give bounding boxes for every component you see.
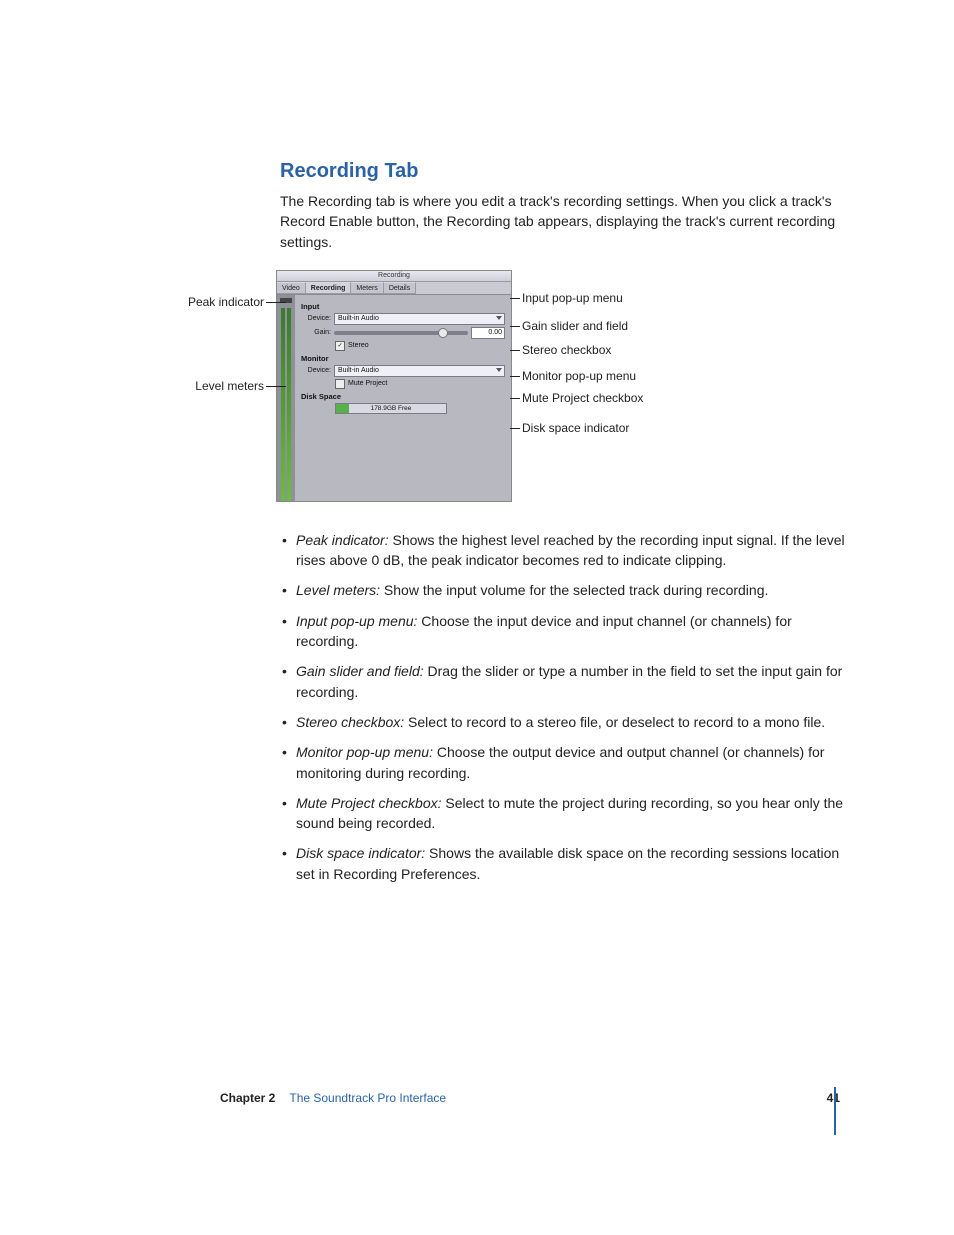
def-input-menu: Input pop-up menu: Choose the input devi…: [280, 611, 850, 652]
window-title: Recording: [277, 271, 511, 282]
gain-label: Gain:: [301, 329, 331, 336]
recording-panel: Recording Video Recording Meters Details: [276, 270, 512, 502]
intro-paragraph: The Recording tab is where you edit a tr…: [280, 191, 850, 252]
level-meter-r: [287, 308, 291, 501]
tab-meters[interactable]: Meters: [351, 282, 383, 294]
callout-level-meters: Level meters: [172, 380, 264, 392]
disk-space-indicator: 178.9GB Free: [335, 403, 447, 414]
gain-slider-thumb[interactable]: [438, 328, 448, 338]
level-meters-column: [277, 295, 295, 501]
def-disk-space: Disk space indicator: Shows the availabl…: [280, 843, 850, 884]
callout-stereo: Stereo checkbox: [522, 344, 611, 356]
level-meter-l: [281, 308, 285, 501]
monitor-device-label: Device:: [301, 367, 331, 374]
tab-strip: Video Recording Meters Details: [277, 282, 511, 295]
def-stereo: Stereo checkbox: Select to record to a s…: [280, 712, 850, 732]
callout-monitor-menu: Monitor pop-up menu: [522, 370, 636, 382]
tab-details[interactable]: Details: [384, 282, 416, 294]
input-section-label: Input: [301, 302, 505, 311]
def-level-meters: Level meters: Show the input volume for …: [280, 580, 850, 600]
monitor-section-label: Monitor: [301, 354, 505, 363]
monitor-device-menu[interactable]: Built-in Audio: [334, 365, 505, 377]
callout-mute: Mute Project checkbox: [522, 392, 643, 404]
def-gain: Gain slider and field: Drag the slider o…: [280, 661, 850, 702]
stereo-checkbox[interactable]: ✓: [335, 341, 345, 351]
input-device-menu[interactable]: Built-in Audio: [334, 313, 505, 325]
def-mute-project: Mute Project checkbox: Select to mute th…: [280, 793, 850, 834]
tab-recording[interactable]: Recording: [306, 282, 352, 294]
annotated-screenshot: Recording Video Recording Meters Details: [180, 270, 780, 510]
footer-rule: [834, 1087, 836, 1135]
callout-disk: Disk space indicator: [522, 422, 629, 434]
stereo-checkbox-label: Stereo: [348, 342, 369, 349]
disk-section-label: Disk Space: [301, 392, 505, 401]
mute-project-label: Mute Project: [348, 380, 387, 387]
gain-slider[interactable]: [334, 331, 468, 335]
callout-peak-indicator: Peak indicator: [172, 296, 264, 308]
callout-gain: Gain slider and field: [522, 320, 628, 332]
definitions-list: Peak indicator: Shows the highest level …: [280, 530, 850, 884]
mute-project-checkbox[interactable]: [335, 379, 345, 389]
chapter-label: Chapter 2: [220, 1091, 275, 1105]
tab-video[interactable]: Video: [277, 282, 306, 294]
gain-field[interactable]: 0.00: [471, 327, 505, 339]
chapter-title: The Soundtrack Pro Interface: [289, 1091, 446, 1105]
input-device-label: Device:: [301, 315, 331, 322]
def-monitor-menu: Monitor pop-up menu: Choose the output d…: [280, 742, 850, 783]
section-heading: Recording Tab: [280, 160, 850, 183]
callout-input-menu: Input pop-up menu: [522, 292, 623, 304]
def-peak-indicator: Peak indicator: Shows the highest level …: [280, 530, 850, 571]
page-footer: Chapter 2 The Soundtrack Pro Interface 4…: [220, 1091, 840, 1105]
disk-space-text: 178.9GB Free: [336, 404, 446, 413]
